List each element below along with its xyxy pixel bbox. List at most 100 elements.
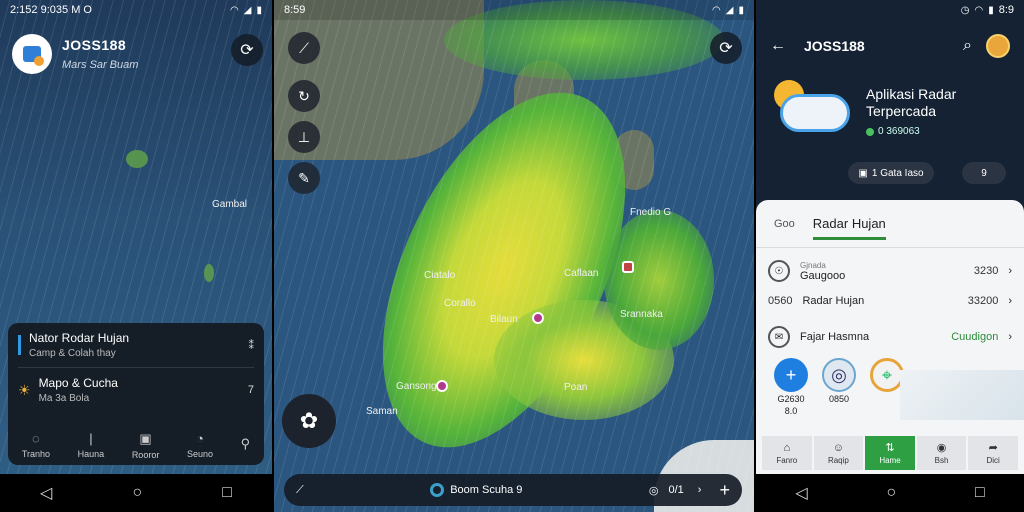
search-icon[interactable]: ⌕ xyxy=(963,37,972,55)
hero-title: Aplikasi Radar Terpercada xyxy=(866,86,957,119)
app-header: JOSS188 Mars Sar Buam xyxy=(12,34,138,74)
tab-rooror[interactable]: ▣ Rooror xyxy=(132,431,160,460)
back-icon[interactable]: ◁ xyxy=(40,483,52,503)
share-icon: ⚲ xyxy=(240,435,251,451)
location-pin[interactable] xyxy=(532,312,544,324)
wifi-icon: ◠ xyxy=(230,4,239,16)
tab-share[interactable]: ➦ Dici xyxy=(968,436,1018,470)
chevron-right-icon[interactable]: › xyxy=(698,484,702,496)
map-label: Ciatalo xyxy=(424,270,456,281)
tab-radar-hujan[interactable]: Radar Hujan xyxy=(812,216,886,240)
status-bar: 2:152 9:035 M O ◠ ◢ ▮ xyxy=(0,0,272,20)
expand-icon[interactable]: ⁑ xyxy=(249,339,255,352)
tab-share[interactable]: ⚲ xyxy=(241,436,251,455)
map-island xyxy=(204,264,214,282)
filter-chip[interactable]: ▣ 1 Gata Iaso xyxy=(848,162,934,184)
zoom-in-button[interactable]: + xyxy=(719,480,730,501)
quick-action-add[interactable]: + G2630 8.0 xyxy=(774,358,808,416)
tab-hauna[interactable]: | Hauna xyxy=(78,431,105,459)
home-icon[interactable]: ○ xyxy=(886,484,896,502)
tab-label: Seuno xyxy=(186,449,213,459)
refresh-icon: ⟳ xyxy=(240,42,254,59)
bottom-bar: ⟋ Boom Scuha 9 ◎ 0/1 › + xyxy=(284,474,742,506)
draw-button[interactable]: ✎ xyxy=(288,162,320,194)
quick-action-map[interactable]: ⌖ xyxy=(870,358,904,416)
card-row-subtitle: Camp & Colah thay xyxy=(29,348,116,359)
battery-icon: ▮ xyxy=(738,4,744,16)
tab-seuno[interactable]: ◔ Seuno xyxy=(187,431,213,459)
map-label: Srannaka xyxy=(620,309,663,320)
map-label: Saman xyxy=(366,406,398,417)
list-item[interactable]: ☉ Gjnada Gaugooo 3230 › xyxy=(756,256,1024,286)
card-row-title: Nator Rodar Hujan xyxy=(29,331,130,345)
map-label: Gansong xyxy=(396,381,437,392)
location-pin[interactable] xyxy=(622,261,634,273)
chip-icon: ▣ xyxy=(858,167,868,179)
refresh-button[interactable]: ⟳ xyxy=(231,34,263,66)
recents-icon[interactable]: □ xyxy=(222,484,232,502)
app-logo-icon xyxy=(12,34,52,74)
tab-tranho[interactable]: ◌ Tranho xyxy=(22,431,50,459)
locate-button[interactable]: ⊥ xyxy=(288,121,320,153)
layers-icon: ⟋ xyxy=(299,39,309,56)
card-row-maps[interactable]: ☀ Mapo & Cucha Ma 3a Bola 7 xyxy=(8,368,264,412)
crosshair-icon: ✿ xyxy=(299,408,319,433)
app-subtitle: Mars Sar Buam xyxy=(62,59,139,71)
tab-record[interactable]: ◉ Bsh xyxy=(916,436,967,470)
recents-icon[interactable]: □ xyxy=(975,484,985,502)
bottom-tab-bar: ◌ Tranho | Hauna ▣ Rooror ◔ Seuno ⚲ xyxy=(8,425,264,465)
hero-banner: Aplikasi Radar Terpercada 0 369063 xyxy=(772,78,1016,148)
app-name: JOSS188 xyxy=(62,37,127,53)
locate-icon: ⊥ xyxy=(297,128,311,145)
record-icon: ◉ xyxy=(936,442,947,454)
app-bar: ← JOSS188 ⌕ xyxy=(756,28,1024,64)
refresh-button[interactable]: ⟳ xyxy=(710,32,742,64)
rotate-icon: ↻ xyxy=(298,87,310,104)
tab-label: Hauna xyxy=(77,449,105,459)
alarm-icon: ◷ xyxy=(960,4,970,16)
app-title: JOSS188 xyxy=(804,38,865,54)
location-fab-button[interactable]: ✿ xyxy=(282,394,336,448)
weather-cloud-icon xyxy=(772,78,852,140)
signal-icon: ◢ xyxy=(725,4,734,16)
quick-action-radar[interactable]: ◎ 0850 xyxy=(822,358,856,416)
mini-map[interactable] xyxy=(900,370,1024,420)
card-row-title: Mapo & Cucha xyxy=(38,376,118,390)
back-arrow-icon[interactable]: ← xyxy=(770,37,786,55)
map-icon: ⌖ xyxy=(870,358,904,392)
tab-label: Tranho xyxy=(21,449,50,459)
sheet-key: Goo xyxy=(774,217,795,230)
plus-icon: + xyxy=(774,358,808,392)
avatar[interactable] xyxy=(986,34,1010,58)
rotate-button[interactable]: ↻ xyxy=(288,80,320,112)
phone-screen-left: 2:152 9:035 M O ◠ ◢ ▮ JOSS188 Mars Sar Bua… xyxy=(0,0,272,512)
home-icon: ⌂ xyxy=(783,441,791,454)
layers-button[interactable]: ⟋ xyxy=(288,32,320,64)
bottom-sheet: Goo Radar Hujan ☉ Gjnada Gaugooo 3230 › 0… xyxy=(756,200,1024,474)
location-pin[interactable] xyxy=(436,380,448,392)
map-island xyxy=(126,150,148,168)
timer-icon[interactable]: ◎ xyxy=(649,484,659,497)
battery-icon: ▮ xyxy=(988,4,994,16)
chat-icon: ◌ xyxy=(32,431,40,446)
home-icon[interactable]: ○ xyxy=(132,484,142,502)
compass-icon: ◔ xyxy=(196,431,204,446)
bottom-status-text: Boom Scuha 9 xyxy=(450,484,523,496)
tab-profile[interactable]: ☺ Raqip xyxy=(813,436,864,470)
status-time: 8:59 xyxy=(284,4,306,16)
map-label: Caflaan xyxy=(564,268,599,279)
filter-chip-small[interactable]: 9 xyxy=(962,162,1006,184)
tab-home[interactable]: ⌂ Fanro xyxy=(762,436,812,470)
list-item[interactable]: ✉ Fajar Hasmna Cuudigon › xyxy=(756,322,1024,352)
share-icon: ➦ xyxy=(988,442,998,454)
back-icon[interactable]: ◁ xyxy=(795,483,807,503)
wifi-icon: ◠ xyxy=(974,4,984,16)
card-row-radar[interactable]: Nator Rodar Hujan Camp & Colah thay ⁑ xyxy=(8,323,264,367)
hero-badge: 0 369063 xyxy=(866,126,956,137)
refresh-icon: ⟳ xyxy=(719,40,733,57)
satellite-icon[interactable]: ⟋ xyxy=(296,484,304,497)
battery-icon: ▮ xyxy=(256,4,262,16)
list-item[interactable]: 0560 Radar Hujan 33200 › xyxy=(756,286,1024,316)
message-icon: ✉ xyxy=(768,326,790,348)
tab-active[interactable]: ⇅ Hame xyxy=(865,436,915,470)
